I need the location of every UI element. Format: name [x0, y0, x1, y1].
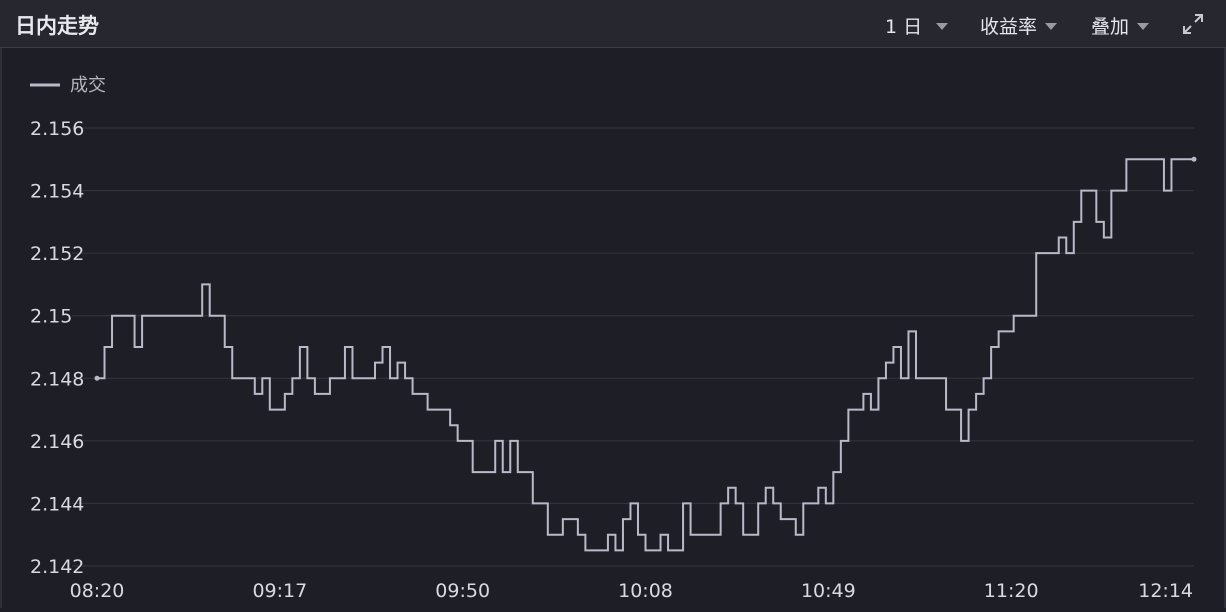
period-label: 1 日: [885, 16, 923, 38]
overlay-dropdown[interactable]: 叠加: [1091, 12, 1150, 39]
price-line: [97, 158, 1194, 552]
y-tick-label: 2.144: [30, 493, 84, 515]
period-dropdown[interactable]: 1 日: [885, 12, 949, 39]
y-tick-label: 2.142: [30, 556, 84, 578]
y-tick-label: 2.148: [30, 368, 84, 390]
expand-icon[interactable]: [1181, 12, 1205, 40]
chart-area: 成交 2.142 2.144 2.146 2.148 2.15 2.152 2.154 2.1…: [0, 48, 1226, 608]
x-tick-label: 11:20: [984, 580, 1039, 602]
legend-label: 成交: [70, 75, 106, 96]
end-point: [1191, 156, 1197, 162]
x-tick-label: 08:20: [70, 580, 125, 602]
overlay-label: 叠加: [1091, 16, 1130, 38]
x-tick-label: 09:50: [435, 580, 490, 602]
chart-header: 日内走势 1 日 收益率 叠加: [0, 0, 1226, 48]
y-tick-label: 2.154: [30, 181, 84, 203]
y-tick-label: 2.15: [30, 306, 72, 328]
x-tick-label: 09:17: [252, 580, 307, 602]
metric-dropdown[interactable]: 收益率: [980, 12, 1058, 39]
y-tick-label: 2.156: [30, 118, 84, 140]
caret-down-icon: [1045, 23, 1058, 30]
intraday-chart: 成交 2.142 2.144 2.146 2.148 2.15 2.152 2.154 2.1…: [30, 75, 1197, 602]
x-tick-label: 10:49: [801, 580, 856, 602]
panel-title: 日内走势: [15, 14, 99, 38]
x-tick-label: 10:08: [618, 580, 673, 602]
metric-label: 收益率: [980, 16, 1038, 38]
caret-down-icon: [1137, 23, 1150, 30]
legend: 成交: [30, 75, 106, 96]
y-tick-label: 2.146: [30, 431, 84, 453]
start-point: [94, 375, 100, 381]
x-tick-label: 12:14: [1138, 580, 1193, 602]
caret-down-icon: [936, 23, 949, 30]
y-tick-label: 2.152: [30, 243, 84, 265]
